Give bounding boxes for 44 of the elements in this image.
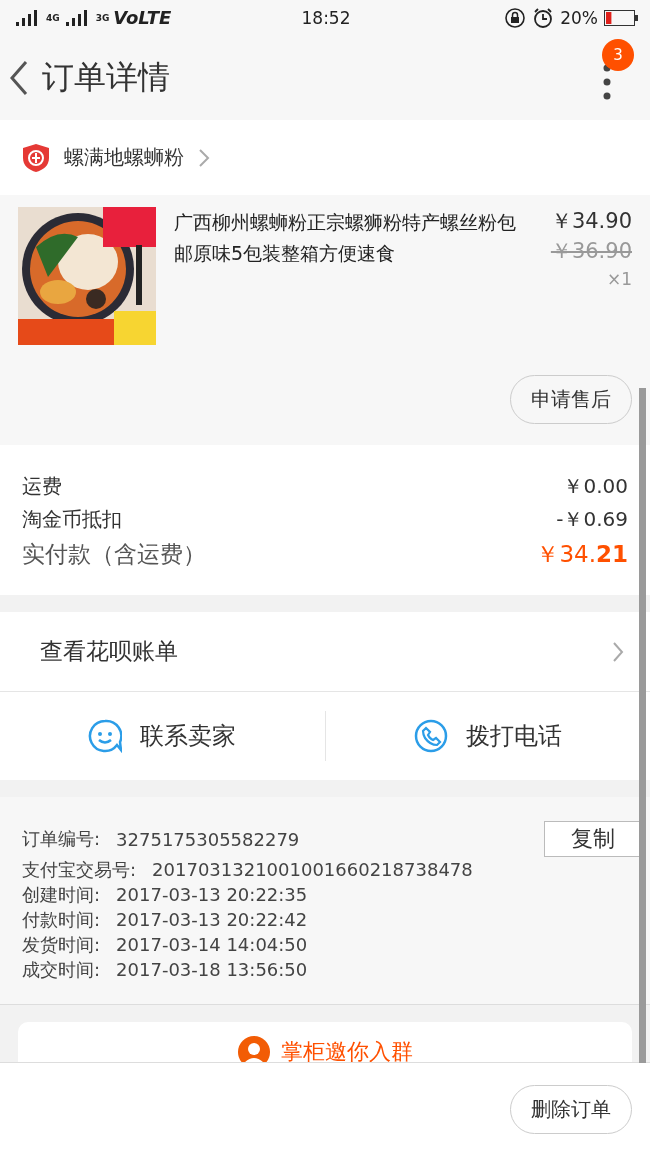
notification-badge: 3	[602, 39, 634, 71]
original-price: ￥36.90	[550, 238, 632, 265]
huabei-bill-row[interactable]: 查看花呗账单	[0, 612, 650, 692]
page-title: 订单详情	[42, 56, 171, 98]
chevron-right-icon	[198, 147, 210, 168]
network-label: 3G	[95, 12, 110, 23]
cost-label: 淘金币抵扣	[22, 506, 122, 533]
cost-value: ￥34.21	[536, 540, 628, 569]
cost-value: ￥0.00	[563, 473, 628, 500]
chat-face-icon	[88, 719, 123, 753]
cost-label: 实付款（含运费）	[22, 540, 206, 569]
rotation-lock-icon	[504, 6, 527, 29]
volte-label: VoLTE	[113, 7, 172, 28]
after-sale-button[interactable]: 申请售后	[510, 375, 632, 424]
info-value: 3275175305582279	[116, 828, 301, 850]
quantity: ×1	[606, 269, 632, 289]
info-label: 订单编号:	[22, 827, 101, 851]
product-title[interactable]: 广西柳州螺蛳粉正宗螺狮粉特产螺丝粉包邮原味5包装整箱方便速食	[174, 207, 533, 345]
product-price: ￥34.90	[550, 208, 632, 235]
shop-name[interactable]: 螺满地螺蛳粉	[64, 144, 184, 171]
cost-value: -￥0.69	[556, 506, 628, 533]
clock: 18:52	[301, 7, 351, 28]
battery-percent: 20%	[560, 7, 598, 28]
shield-icon	[22, 142, 50, 173]
info-value: 2017-03-18 13:56:50	[116, 959, 309, 980]
phone-icon	[413, 719, 448, 753]
group-invite-text: 掌柜邀你入群	[281, 1038, 413, 1062]
info-value: 2017-03-14 14:04:50	[116, 934, 309, 955]
copy-button[interactable]: 复制	[544, 821, 642, 857]
info-label: 创建时间:	[22, 882, 101, 907]
delete-order-button[interactable]: 删除订单	[510, 1084, 632, 1134]
info-label: 支付宝交易号:	[22, 857, 137, 882]
network-label: 4G	[46, 12, 60, 23]
battery-icon	[604, 9, 638, 26]
contact-seller-button[interactable]: 联系卖家	[0, 711, 325, 761]
cost-label: 运费	[22, 473, 62, 500]
info-value: 2017-03-13 20:22:35	[116, 884, 309, 905]
chevron-right-icon	[612, 640, 624, 663]
alarm-icon	[532, 6, 555, 29]
info-value: 2017031321001001660218738478	[152, 859, 474, 880]
info-label: 发货时间:	[22, 932, 101, 957]
info-label: 付款时间:	[22, 907, 101, 932]
info-value: 2017-03-13 20:22:42	[116, 909, 309, 930]
info-label: 成交时间:	[22, 957, 101, 982]
